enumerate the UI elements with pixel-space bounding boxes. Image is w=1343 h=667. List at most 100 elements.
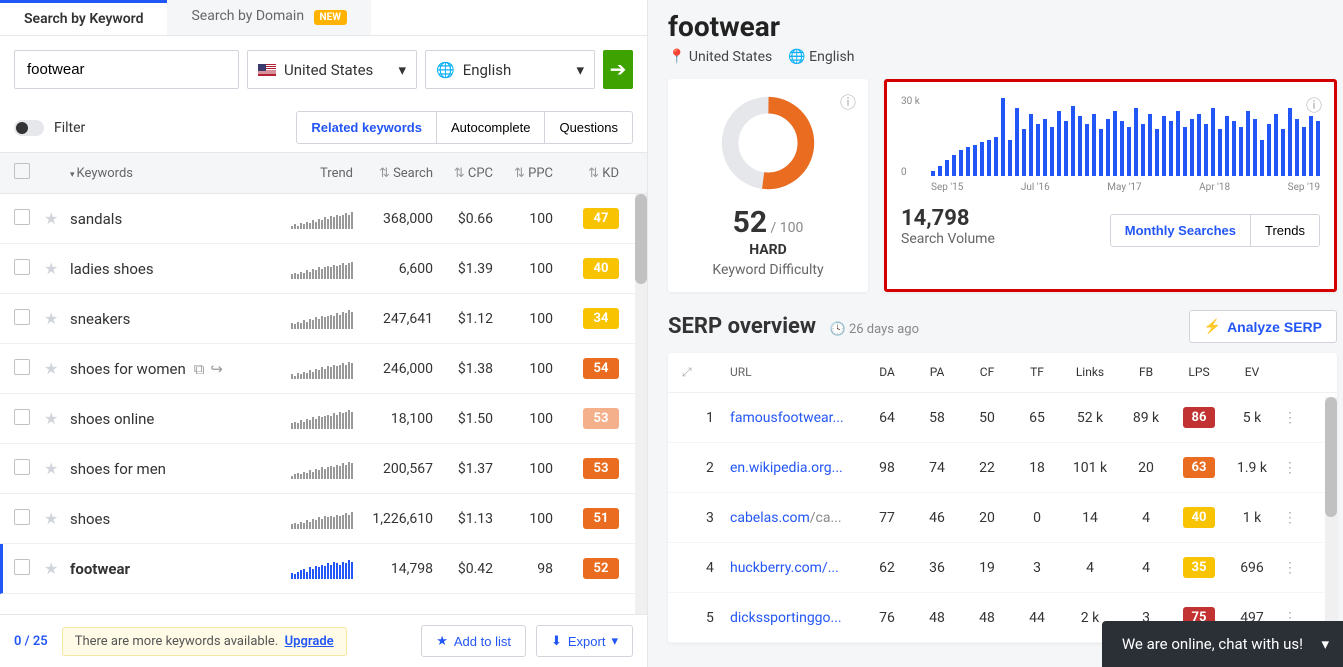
serp-rank: 5: [706, 610, 730, 626]
row-menu-icon[interactable]: ⋮: [1280, 560, 1300, 576]
search-cell: 1,226,610: [353, 511, 433, 527]
table-row[interactable]: ★footwear14,798$0.429852: [0, 544, 647, 594]
kd-badge: 34: [583, 308, 619, 329]
kd-badge: 40: [583, 258, 619, 279]
tab-monthly-searches[interactable]: Monthly Searches: [1111, 215, 1250, 246]
star-icon[interactable]: ★: [44, 209, 58, 228]
select-all-checkbox[interactable]: [14, 163, 30, 179]
row-checkbox[interactable]: [14, 509, 30, 525]
row-menu-icon[interactable]: ⋮: [1280, 410, 1300, 426]
da-cell: 76: [862, 610, 912, 626]
copy-icon[interactable]: ⧉: [194, 360, 205, 378]
table-row[interactable]: ★ladies shoes6,600$1.3910040: [0, 244, 647, 294]
star-icon[interactable]: ★: [44, 259, 58, 278]
keyword-cell: shoes: [70, 510, 283, 528]
col-search[interactable]: ⇅ Search: [353, 166, 433, 181]
row-checkbox[interactable]: [14, 209, 30, 225]
upgrade-link[interactable]: Upgrade: [285, 634, 334, 649]
tab-trends[interactable]: Trends: [1250, 215, 1319, 246]
serp-url[interactable]: en.wikipedia.org...: [730, 460, 862, 476]
col-keywords[interactable]: Keywords: [70, 166, 283, 181]
table-row[interactable]: ★shoes for men200,567$1.3710053: [0, 444, 647, 494]
star-icon[interactable]: ★: [44, 559, 58, 578]
col-ppc[interactable]: ⇅ PPC: [493, 166, 553, 181]
star-icon[interactable]: ★: [44, 409, 58, 428]
search-button[interactable]: ➔: [603, 50, 633, 89]
mode-related[interactable]: Related keywords: [297, 112, 436, 143]
keyword-input[interactable]: [14, 50, 239, 89]
table-row[interactable]: ★sneakers247,641$1.1210034: [0, 294, 647, 344]
keyword-cell: sneakers: [70, 310, 283, 328]
links-cell: 52 k: [1062, 410, 1118, 426]
col-kd[interactable]: ⇅ KD: [553, 166, 619, 181]
keyword-cell: shoes for women⧉↪: [70, 360, 283, 378]
row-menu-icon[interactable]: ⋮: [1280, 460, 1300, 476]
serp-row: 1famousfootwear...6458506552 k89 k865 k⋮: [668, 393, 1337, 443]
trend-sparkline: [283, 459, 353, 479]
col-trend[interactable]: Trend: [283, 166, 353, 181]
row-checkbox[interactable]: [14, 259, 30, 275]
row-checkbox[interactable]: [14, 409, 30, 425]
row-checkbox[interactable]: [14, 309, 30, 325]
ppc-cell: 100: [493, 511, 553, 527]
serp-scrollbar[interactable]: [1325, 397, 1337, 643]
chevron-down-icon: ▾: [576, 61, 584, 79]
upgrade-notice: There are more keywords available. Upgra…: [62, 627, 347, 656]
col-cpc[interactable]: ⇅ CPC: [433, 166, 493, 181]
ev-cell: 696: [1224, 560, 1280, 576]
mode-autocomplete[interactable]: Autocomplete: [436, 112, 545, 143]
ev-cell: 1.9 k: [1224, 460, 1280, 476]
language-select[interactable]: 🌐English ▾: [425, 50, 595, 89]
serp-url[interactable]: famousfootwear...: [730, 410, 862, 426]
serp-url[interactable]: dickssportinggo...: [730, 610, 862, 626]
serp-url[interactable]: huckberry.com/...: [730, 560, 862, 576]
arrow-icon[interactable]: ↪: [210, 360, 223, 378]
fb-cell: 4: [1118, 560, 1174, 576]
cf-cell: 48: [962, 610, 1012, 626]
table-row[interactable]: ★shoes online18,100$1.5010053: [0, 394, 647, 444]
analyze-serp-button[interactable]: ⚡Analyze SERP: [1189, 310, 1337, 343]
pa-cell: 36: [912, 560, 962, 576]
tf-cell: 65: [1012, 410, 1062, 426]
search-tabs: Search by Keyword Search by Domain NEW: [0, 0, 647, 36]
kd-level: HARD: [682, 242, 854, 258]
info-icon[interactable]: ⓘ: [840, 89, 856, 113]
ev-cell: 1 k: [1224, 510, 1280, 526]
row-checkbox[interactable]: [14, 359, 30, 375]
star-icon[interactable]: ★: [44, 359, 58, 378]
keyword-cell: shoes online: [70, 410, 283, 428]
row-checkbox[interactable]: [14, 559, 30, 575]
serp-url[interactable]: cabelas.com/ca...: [730, 510, 862, 526]
trend-sparkline: [283, 209, 353, 229]
tab-search-keyword[interactable]: Search by Keyword: [0, 0, 167, 35]
fb-cell: 20: [1118, 460, 1174, 476]
filter-toggle[interactable]: [14, 120, 44, 136]
expand-icon[interactable]: ⤢: [682, 365, 706, 380]
table-row[interactable]: ★shoes1,226,610$1.1310051: [0, 494, 647, 544]
star-icon[interactable]: ★: [44, 309, 58, 328]
trend-sparkline: [283, 409, 353, 429]
da-cell: 77: [862, 510, 912, 526]
star-icon[interactable]: ★: [44, 459, 58, 478]
row-checkbox[interactable]: [14, 459, 30, 475]
cpc-cell: $1.12: [433, 311, 493, 327]
mode-questions[interactable]: Questions: [544, 112, 632, 143]
serp-rank: 3: [706, 510, 730, 526]
country-select[interactable]: United States ▾: [247, 50, 417, 89]
table-scrollbar[interactable]: [635, 194, 647, 614]
table-row[interactable]: ★sandals368,000$0.6610047: [0, 194, 647, 244]
chat-widget[interactable]: We are online, chat with us!: [1102, 621, 1343, 667]
row-menu-icon[interactable]: ⋮: [1280, 510, 1300, 526]
ev-cell: 5 k: [1224, 410, 1280, 426]
trend-sparkline: [283, 259, 353, 279]
pa-cell: 58: [912, 410, 962, 426]
export-button[interactable]: ⬇Export▾: [536, 625, 633, 657]
table-row[interactable]: ★shoes for women⧉↪246,000$1.3810054: [0, 344, 647, 394]
add-to-list-button[interactable]: ★Add to list: [421, 625, 526, 657]
keyword-table-header: Keywords Trend ⇅ Search ⇅ CPC ⇅ PPC ⇅ KD: [0, 152, 647, 194]
star-icon[interactable]: ★: [44, 509, 58, 528]
globe-icon: 🌐: [436, 61, 455, 79]
tab-search-domain[interactable]: Search by Domain NEW: [167, 0, 370, 35]
trend-sparkline: [283, 559, 353, 579]
kd-badge: 52: [583, 558, 619, 579]
